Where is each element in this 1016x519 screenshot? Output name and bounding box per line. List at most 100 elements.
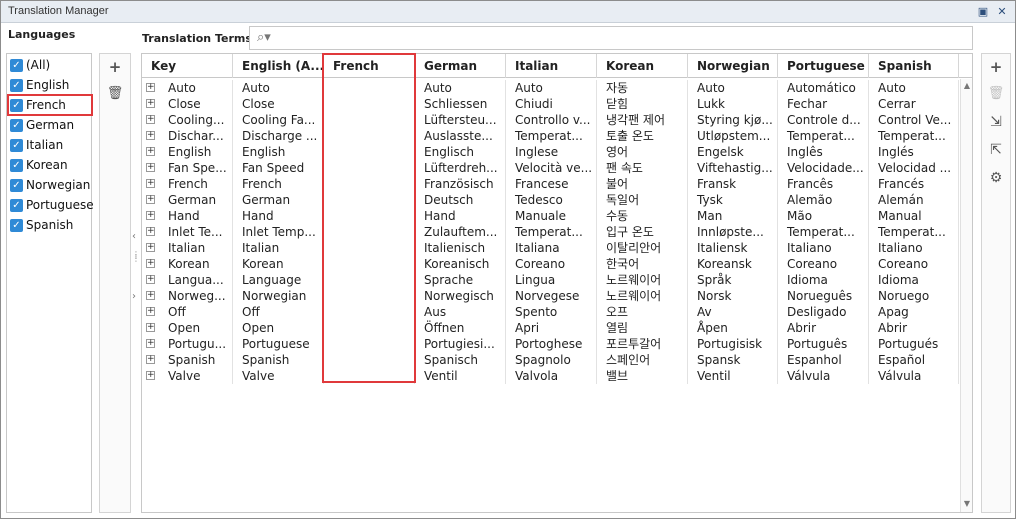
column-header[interactable]: Italian xyxy=(506,54,597,78)
table-cell[interactable]: Velocidade... xyxy=(778,160,869,176)
import-button[interactable]: ⇲ xyxy=(985,112,1007,132)
table-cell[interactable]: Coreano xyxy=(506,256,597,272)
expand-row-icon[interactable]: + xyxy=(146,147,155,156)
table-cell[interactable]: Alemán xyxy=(869,192,959,208)
table-cell[interactable]: English xyxy=(233,144,324,160)
table-cell[interactable]: Válvula xyxy=(778,368,869,384)
table-cell[interactable]: Auto xyxy=(869,80,959,96)
table-row[interactable]: + Cooling... Cooling Fa... Lüftersteu... Con… xyxy=(142,112,959,128)
table-cell[interactable]: Idioma xyxy=(869,272,959,288)
expand-row-icon[interactable]: + xyxy=(146,115,155,124)
table-cell[interactable]: Controllo v... xyxy=(506,112,597,128)
language-item[interactable]: ✓ Korean xyxy=(10,156,92,174)
table-cell[interactable]: Italiano xyxy=(869,240,959,256)
table-cell[interactable]: + Dischar... xyxy=(142,128,233,144)
table-cell[interactable]: Temperat... xyxy=(869,128,959,144)
table-cell[interactable]: Spanish xyxy=(233,352,324,368)
table-cell[interactable]: + Korean xyxy=(142,256,233,272)
table-row[interactable]: + Hand Hand Hand Manuale 수동 Man Mão Manual xyxy=(142,208,959,224)
table-row[interactable]: + Langua... Language Sprache Lingua 노르웨이어 Språ… xyxy=(142,272,959,288)
table-cell[interactable]: 닫힘 xyxy=(597,96,688,112)
table-cell[interactable]: Aus xyxy=(415,304,506,320)
table-cell[interactable]: Hand xyxy=(233,208,324,224)
collapse-left-icon[interactable]: ‹ xyxy=(132,231,136,242)
table-row[interactable]: + Valve Valve Ventil Valvola 밸브 Ventil Válvula V… xyxy=(142,368,959,384)
table-cell[interactable]: Innløpste... xyxy=(688,224,778,240)
table-cell[interactable]: French xyxy=(233,176,324,192)
table-cell[interactable]: Norsk xyxy=(688,288,778,304)
table-cell[interactable]: Portugisisk xyxy=(688,336,778,352)
table-row[interactable]: + German German Deutsch Tedesco 독일어 Tysk Alemão… xyxy=(142,192,959,208)
table-row[interactable]: + Italian Italian Italienisch Italiana 이탈리안어 I… xyxy=(142,240,959,256)
table-cell[interactable]: 한국어 xyxy=(597,256,688,272)
table-cell[interactable]: Spansk xyxy=(688,352,778,368)
table-cell[interactable]: Velocità ve... xyxy=(506,160,597,176)
delete-term-button[interactable]: 🗑 xyxy=(985,84,1007,104)
table-cell[interactable]: Velocidad ... xyxy=(869,160,959,176)
expand-row-icon[interactable]: + xyxy=(146,99,155,108)
table-cell[interactable]: Fan Speed xyxy=(233,160,324,176)
expand-row-icon[interactable]: + xyxy=(146,195,155,204)
table-cell[interactable]: Coreano xyxy=(778,256,869,272)
table-cell[interactable]: 오프 xyxy=(597,304,688,320)
table-row[interactable]: + Auto Auto Auto Auto 자동 Auto Automático Auto xyxy=(142,80,959,96)
table-cell[interactable]: Auto xyxy=(688,80,778,96)
expand-row-icon[interactable]: + xyxy=(146,163,155,172)
table-cell[interactable]: Valve xyxy=(233,368,324,384)
table-cell[interactable]: 이탈리안어 xyxy=(597,240,688,256)
table-cell[interactable]: Inglês xyxy=(778,144,869,160)
table-cell[interactable]: Lukk xyxy=(688,96,778,112)
language-checkbox[interactable]: ✓ xyxy=(10,158,23,172)
table-row[interactable]: + Fan Spe... Fan Speed Lüfterdreh... Velocit… xyxy=(142,160,959,176)
table-cell[interactable]: Inlet Temp... xyxy=(233,224,324,240)
table-cell[interactable]: Português xyxy=(778,336,869,352)
table-cell[interactable]: Italienisch xyxy=(415,240,506,256)
table-row[interactable]: + Portugu... Portuguese Portugiesi... Portog… xyxy=(142,336,959,352)
table-cell[interactable]: Francês xyxy=(778,176,869,192)
table-cell[interactable]: Off xyxy=(233,304,324,320)
table-cell[interactable]: Abrir xyxy=(869,320,959,336)
table-cell[interactable]: Åpen xyxy=(688,320,778,336)
scroll-down-icon[interactable]: ▼ xyxy=(962,499,972,508)
table-cell[interactable]: Apri xyxy=(506,320,597,336)
table-cell[interactable]: 영어 xyxy=(597,144,688,160)
table-cell[interactable]: 수동 xyxy=(597,208,688,224)
table-row[interactable]: + French French Französisch Francese 불어 Fransk… xyxy=(142,176,959,192)
table-cell[interactable]: 토출 온도 xyxy=(597,128,688,144)
table-cell[interactable]: Portugiesi... xyxy=(415,336,506,352)
language-item[interactable]: ✓ (All) xyxy=(10,56,92,74)
table-cell[interactable]: Portoghese xyxy=(506,336,597,352)
table-cell[interactable]: Koreansk xyxy=(688,256,778,272)
expand-right-icon[interactable]: › xyxy=(132,291,136,302)
table-cell[interactable]: Language xyxy=(233,272,324,288)
table-cell[interactable]: 노르웨이어 xyxy=(597,288,688,304)
table-cell[interactable]: Manuale xyxy=(506,208,597,224)
table-row[interactable]: + Korean Korean Koreanisch Coreano 한국어 Koreans… xyxy=(142,256,959,272)
table-cell[interactable]: Mão xyxy=(778,208,869,224)
expand-row-icon[interactable]: + xyxy=(146,339,155,348)
table-cell[interactable]: Inglés xyxy=(869,144,959,160)
expand-row-icon[interactable]: + xyxy=(146,131,155,140)
table-cell[interactable]: Spento xyxy=(506,304,597,320)
settings-button[interactable]: ⚙ xyxy=(985,168,1007,188)
expand-row-icon[interactable]: + xyxy=(146,179,155,188)
language-checkbox[interactable]: ✓ xyxy=(10,138,23,152)
table-cell[interactable]: Lingua xyxy=(506,272,597,288)
table-cell[interactable]: Auto xyxy=(415,80,506,96)
table-cell[interactable]: Cooling Fa... xyxy=(233,112,324,128)
table-cell[interactable]: Tysk xyxy=(688,192,778,208)
table-cell[interactable]: + Spanish xyxy=(142,352,233,368)
table-cell[interactable]: Norwegisch xyxy=(415,288,506,304)
table-cell[interactable]: Temperat... xyxy=(778,128,869,144)
table-cell[interactable]: 노르웨이어 xyxy=(597,272,688,288)
table-row[interactable]: + Off Off Aus Spento 오프 Av Desligado Apag xyxy=(142,304,959,320)
language-item[interactable]: ✓ English xyxy=(10,76,92,94)
expand-row-icon[interactable]: + xyxy=(146,307,155,316)
table-row[interactable]: + Close Close Schliessen Chiudi 닫힘 Lukk Fechar C… xyxy=(142,96,959,112)
table-cell[interactable]: 독일어 xyxy=(597,192,688,208)
table-cell[interactable]: Portuguese xyxy=(233,336,324,352)
table-cell[interactable]: Lüfterdreh... xyxy=(415,160,506,176)
delete-language-button[interactable]: 🗑 xyxy=(104,84,126,104)
table-cell[interactable]: Utløpstem... xyxy=(688,128,778,144)
table-cell[interactable]: Engelsk xyxy=(688,144,778,160)
